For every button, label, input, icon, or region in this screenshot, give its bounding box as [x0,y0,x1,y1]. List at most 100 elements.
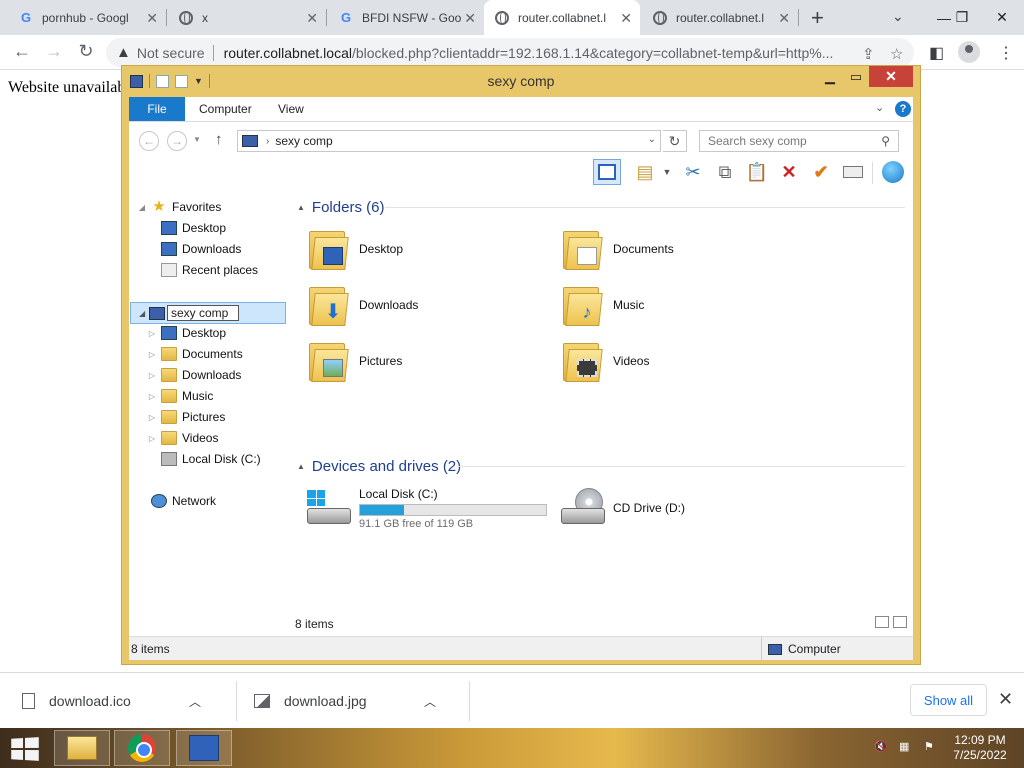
close-icon[interactable]: ✕ [778,10,790,27]
drive-cd-d[interactable]: CD Drive (D:) [559,482,759,534]
tab-computer[interactable]: Computer [199,97,252,121]
warning-icon[interactable]: ▲ [116,44,131,61]
taskbar-computer-window[interactable] [176,730,232,766]
address-bar[interactable]: ▲ Not secure router.collabnet.local/bloc… [106,38,914,67]
collapse-arrow-icon[interactable]: ◢ [137,203,147,212]
expand-arrow-icon[interactable]: ▷ [147,371,157,380]
nav-favorite-desktop[interactable]: Desktop [147,218,226,238]
close-icon[interactable]: ✕ [306,10,318,27]
search-input[interactable]: Search sexy comp ⚲ [699,130,899,152]
preview-pane-icon[interactable] [593,159,621,185]
folder-desktop[interactable]: Desktop [307,224,537,274]
folder-music[interactable]: ♪ Music [561,280,791,330]
expand-arrow-icon[interactable]: ▷ [147,392,157,401]
devices-group-header[interactable]: ▲ Devices and drives (2) [297,456,461,476]
large-icons-view-icon[interactable] [893,616,907,628]
folder-downloads[interactable]: ⬇ Downloads [307,280,537,330]
close-icon[interactable]: ✕ [464,10,476,27]
tab-pornhub-google[interactable]: G pornhub - Googl ✕ [8,0,166,35]
tab-router-active[interactable]: router.collabnet.l ✕ [484,0,640,35]
expand-arrow-icon[interactable]: ▷ [147,413,157,422]
expand-arrow-icon[interactable]: ▷ [147,434,157,443]
cut-icon[interactable]: ✂ [679,159,707,185]
globe-icon[interactable] [879,159,907,185]
tab-x[interactable]: x ✕ [168,0,326,35]
chevron-down-icon[interactable]: ⌄ [892,8,904,25]
paste-icon[interactable]: 📋 [743,159,771,185]
checkmark-icon[interactable]: ✔ [807,159,835,185]
tab-file[interactable]: File [129,97,185,121]
nav-computer-music[interactable]: ▷ Music [147,386,213,406]
forward-icon[interactable]: → [167,131,187,151]
tab-router[interactable]: router.collabnet.l ✕ [642,0,798,35]
system-clock[interactable]: 12:09 PM 7/25/2022 [940,733,1020,763]
share-icon[interactable]: ⇪ [862,45,875,63]
back-icon[interactable]: ← [139,131,159,151]
recent-locations-icon[interactable]: ▼ [193,135,201,144]
security-label[interactable]: Not secure [137,45,205,61]
minimize-icon[interactable]: ▁ [820,66,840,87]
explorer-title-bar[interactable]: ▼ sexy comp ▁ ▭ ✕ [122,66,920,96]
expand-ribbon-icon[interactable]: ⌄ [875,101,884,114]
up-arrow-icon[interactable]: ↑ [215,131,223,148]
expand-arrow-icon[interactable]: ▷ [147,329,157,338]
nav-computer-desktop[interactable]: ▷ Desktop [147,323,226,343]
collapse-arrow-icon[interactable]: ▲ [297,203,305,212]
folders-group-header[interactable]: ▲ Folders (6) [297,197,384,217]
close-icon[interactable]: ✕ [998,689,1013,710]
folder-pictures[interactable]: Pictures [307,336,537,386]
tab-view[interactable]: View [278,97,304,121]
chevron-down-icon[interactable]: ▼ [653,159,681,185]
nav-computer-local-disk[interactable]: Local Disk (C:) [147,449,261,469]
reload-icon[interactable]: ↻ [74,41,98,62]
collapse-arrow-icon[interactable]: ◢ [139,309,145,318]
folder-videos[interactable]: Videos [561,336,791,386]
rename-icon[interactable] [839,159,867,185]
close-icon[interactable]: ✕ [869,66,913,87]
nav-favorites[interactable]: ◢ ★ Favorites [137,197,221,217]
folder-documents[interactable]: Documents [561,224,791,274]
search-icon[interactable]: ⚲ [881,134,890,148]
download-item-ico[interactable]: download.ico ︿ [22,673,201,729]
nav-computer-renaming[interactable]: ◢ sexy comp [130,302,286,324]
maximize-icon[interactable]: ▭ [846,66,866,87]
rename-input[interactable]: sexy comp [167,305,239,321]
start-button[interactable] [11,737,39,761]
chevron-right-icon[interactable]: › [266,136,269,147]
restore-icon[interactable]: ❐ [944,0,980,35]
chevron-down-icon[interactable]: ⌄ [648,134,656,145]
action-center-icon[interactable]: ⚑ [924,740,938,754]
tab-bfdi-google[interactable]: G BFDI NSFW - Goo ✕ [328,0,484,35]
taskbar-file-explorer[interactable] [54,730,110,766]
expand-arrow-icon[interactable]: ▷ [147,350,157,359]
close-icon[interactable]: ✕ [620,10,632,27]
collapse-arrow-icon[interactable]: ▲ [297,462,305,471]
close-window-icon[interactable]: ✕ [984,0,1020,35]
details-view-icon[interactable] [875,616,889,628]
nav-computer-documents[interactable]: ▷ Documents [147,344,243,364]
copy-icon[interactable]: ⧉ [711,159,739,185]
nav-favorite-downloads[interactable]: Downloads [147,239,241,259]
help-icon[interactable]: ? [895,101,911,117]
volume-muted-icon[interactable]: 🔇 [874,740,888,754]
nav-computer-downloads[interactable]: ▷ Downloads [147,365,241,385]
url-text[interactable]: router.collabnet.local/blocked.php?clien… [224,45,844,61]
taskbar-chrome[interactable] [114,730,170,766]
back-icon[interactable]: ← [10,41,34,62]
chevron-up-icon[interactable]: ︿ [424,693,436,710]
nav-favorite-recent-places[interactable]: Recent places [147,260,258,280]
menu-icon[interactable]: ⋮ [998,43,1014,63]
bookmark-star-icon[interactable]: ☆ [890,45,903,63]
nav-computer-pictures[interactable]: ▷ Pictures [147,407,225,427]
side-panel-icon[interactable]: ◧ [929,43,944,63]
drive-local-disk-c[interactable]: Local Disk (C:) 91.1 GB free of 119 GB [305,482,555,534]
chevron-up-icon[interactable]: ︿ [189,693,201,710]
nav-network[interactable]: Network [137,491,216,511]
forward-icon[interactable]: → [42,41,66,62]
location-field[interactable]: › sexy comp ⌄ [237,130,661,152]
show-all-button[interactable]: Show all [910,684,987,716]
profile-avatar[interactable] [958,41,980,63]
network-icon[interactable]: ▦ [899,740,913,754]
new-tab-icon[interactable]: + [811,5,824,31]
download-item-jpg[interactable]: download.jpg ︿ [254,673,436,729]
